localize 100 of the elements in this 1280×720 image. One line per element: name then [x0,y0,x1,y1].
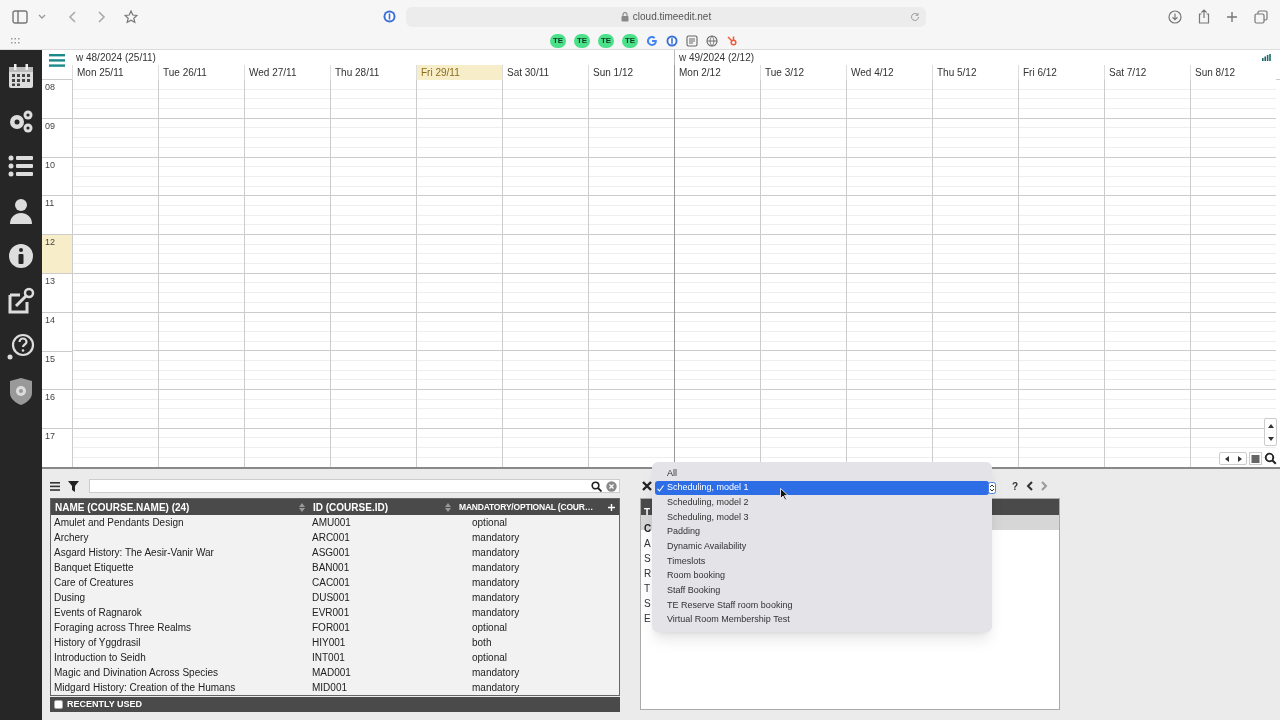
table-cell-text: CAC001 [311,576,351,590]
column-header[interactable]: NAME (COURSE.NAME) (24) [55,499,297,515]
table-cell-text: Events of Ragnarok [53,606,143,620]
table-cell-text: mandatory [471,666,521,680]
check-icon [657,484,664,492]
add-column-icon[interactable] [608,503,615,511]
address-bar[interactable]: cloud.timeedit.net [406,6,926,27]
share-icon[interactable] [1198,9,1210,24]
chevron-down-icon[interactable] [38,13,46,20]
checkbox[interactable] [54,700,63,709]
bookmark-link[interactable]: TE [622,34,638,48]
day-header: Mon 2/12 [674,65,760,80]
table-cell-text: Archery [53,531,90,545]
day-header: Tue 3/12 [760,65,846,80]
tabs-icon[interactable] [1254,9,1268,24]
day-header: Tue 26/11 [158,65,244,80]
menu-option[interactable]: TE Reserve Staff room booking [655,598,989,613]
search-field[interactable] [89,479,620,493]
previous-icon[interactable] [1026,481,1034,491]
sort-icon[interactable] [445,502,451,512]
menu-option[interactable]: Staff Booking [655,583,989,599]
table-cell-text: Magic and Divination Across Species [53,666,219,680]
menu-option[interactable]: Virtual Room Membership Test [655,612,989,628]
panel-row: S [644,598,651,609]
stepper-icon[interactable] [988,482,996,494]
column-header[interactable]: ID (COURSE.ID) [313,499,443,515]
bookmark-link[interactable]: TE [550,34,566,48]
table-cell-text: both [471,636,493,650]
menu-option[interactable]: Scheduling, model 1 [655,480,989,496]
star-icon[interactable] [124,9,138,24]
help-link[interactable]: ? [1012,478,1019,494]
help-icon[interactable] [7,332,35,360]
bar-chart-icon[interactable] [1262,54,1271,61]
panel-row: E [644,613,651,624]
grid-icon[interactable] [11,38,20,44]
search-icon[interactable] [1264,452,1277,465]
day-header: Wed 4/12 [846,65,932,80]
bookmark-link[interactable]: TE [598,34,614,48]
column-header[interactable]: MANDATORY/OPTIONAL (COUR… [459,500,606,514]
download-icon[interactable] [1168,9,1182,24]
close-icon[interactable] [642,481,652,491]
table-cell-text: optional [471,651,509,665]
down-arrow-icon [1267,436,1274,441]
day-header: Fri 6/12 [1018,65,1104,80]
plus-icon[interactable] [1226,10,1238,23]
hubspot-icon[interactable] [726,35,738,47]
table-cell-text: mandatory [471,576,521,590]
password-icon[interactable] [383,10,396,23]
calendar-icon[interactable] [1249,452,1262,465]
menu-option[interactable]: Padding [655,524,989,540]
menu-option[interactable]: Scheduling, model 3 [655,510,989,525]
day-header: Sun 1/12 [588,65,674,80]
day-header: Thu 5/12 [932,65,1018,80]
table-cell-text: HIY001 [311,636,347,650]
menu-option[interactable]: Dynamic Availability [655,539,989,555]
sidebar-icon[interactable] [12,9,28,24]
reader-icon[interactable] [686,35,698,47]
table-cell-text: mandatory [471,531,521,545]
week-label: w 48/2024 (25/11) [75,51,157,65]
week-nav-buttons[interactable] [1219,452,1247,465]
table-cell-text: ARC001 [311,531,351,545]
shield-gear-icon[interactable] [7,377,35,405]
filter-icon[interactable] [68,480,79,492]
search-icon[interactable] [591,480,602,492]
password-icon[interactable] [666,35,678,47]
menu-icon[interactable] [50,481,60,491]
table-cell-text: optional [471,621,509,635]
table-cell-text: BAN001 [311,561,351,575]
table-cell-text: History of Yggdrasil [53,636,142,650]
panel-row: S [644,553,651,564]
scroll-buttons[interactable] [1264,418,1277,446]
table-cell-text: EVR001 [311,606,351,620]
menu-option[interactable]: All [655,466,989,481]
table-cell-text: optional [471,516,509,530]
panel-row: A [644,538,651,549]
menu-option[interactable]: Room booking [655,568,989,584]
next-icon[interactable] [1041,481,1049,491]
table-cell-text: Asgard History: The Aesir-Vanir War [53,546,215,560]
google-icon[interactable] [646,35,658,47]
bookmark-link[interactable]: TE [574,34,590,48]
person-icon[interactable] [7,197,35,225]
table-cell-text: mandatory [471,561,521,575]
table-cell-text: Dusing [53,591,87,605]
day-header: Sat 7/12 [1104,65,1190,80]
hour-label: 12 [42,235,72,274]
table-cell-text: mandatory [471,681,521,695]
table-cell-text: DUS001 [311,591,351,605]
menu-option[interactable]: Scheduling, model 2 [655,495,989,511]
table-cell-text: ASG001 [311,546,351,560]
table-cell-text: MAD001 [311,666,352,680]
edit-key-icon[interactable] [7,287,35,315]
sort-icon[interactable] [299,502,305,512]
day-header: Fri 29/11 [416,65,502,80]
table-cell-text: Amulet and Pendants Design [53,516,185,530]
menu-option[interactable]: Timeslots [655,554,989,569]
table-cell-text: Midgard History: Creation of the Humans [53,681,237,695]
calendar-icon[interactable] [7,62,35,90]
globe-icon[interactable] [706,35,718,47]
panel-row: R [644,568,652,579]
info-icon[interactable] [7,242,35,270]
